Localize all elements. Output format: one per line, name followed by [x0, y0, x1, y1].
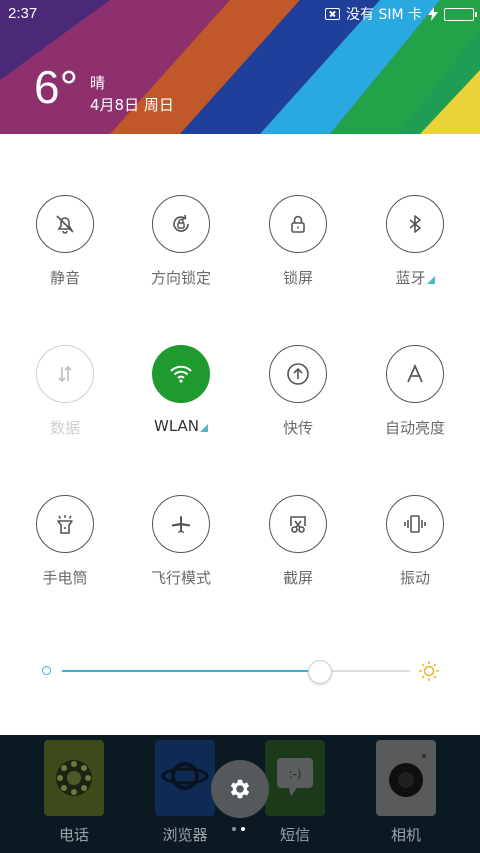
weather-condition: 晴	[90, 74, 106, 92]
airplane-icon	[172, 516, 190, 533]
toggle-label: 数据	[49, 419, 80, 437]
brightness-slider[interactable]	[40, 656, 440, 686]
toggle-circle[interactable]	[152, 345, 210, 403]
browser-planet-icon	[155, 740, 215, 816]
dock-app-label: 短信	[279, 826, 310, 844]
gear-icon	[230, 779, 250, 799]
flashlight-icon	[57, 515, 73, 534]
toggle-label-text: WLAN	[153, 417, 199, 435]
toggle-circle[interactable]	[152, 195, 210, 253]
carrier-text: 没有 SIM 卡	[346, 7, 422, 23]
lock-icon	[291, 215, 305, 233]
battery-icon	[444, 7, 477, 21]
no-sim-icon	[325, 8, 340, 20]
toggle-flashlight[interactable]: 手电筒	[15, 495, 115, 588]
brightness-fill	[62, 670, 320, 672]
toggle-circle[interactable]	[36, 345, 94, 403]
toggle-label: 截屏	[282, 569, 313, 587]
toggle-rotation-lock[interactable]: 方向锁定	[131, 195, 231, 288]
page-dot-active	[241, 827, 245, 831]
weather-temperature: 6°	[34, 61, 78, 113]
toggle-bluetooth[interactable]: 蓝牙	[365, 195, 465, 288]
weather-date: 4月8日 周日	[90, 96, 174, 114]
toggle-label-text: 蓝牙	[395, 269, 426, 287]
dock-app-messages[interactable]: :-) 短信	[260, 740, 330, 845]
message-icon: :-)	[265, 740, 325, 816]
toggle-circle[interactable]	[269, 345, 327, 403]
dock-app-phone[interactable]: 电话	[39, 740, 109, 845]
bell-off-icon	[56, 215, 74, 234]
toggle-label: 蓝牙	[365, 267, 465, 288]
toggle-circle[interactable]	[269, 495, 327, 553]
toggle-mobile-data[interactable]: 数据	[15, 345, 115, 438]
toggle-silent[interactable]: 静音	[15, 195, 115, 288]
toggle-airplane-mode[interactable]: 飞行模式	[131, 495, 231, 588]
dock-app-label: 浏览器	[162, 826, 208, 844]
toggle-circle[interactable]	[269, 195, 327, 253]
brightness-low-icon	[42, 666, 51, 675]
toggle-circle[interactable]	[386, 195, 444, 253]
wifi-icon	[170, 365, 192, 383]
rotation-lock-icon	[173, 214, 189, 232]
settings-button[interactable]	[211, 760, 269, 818]
toggle-screenshot[interactable]: 截屏	[248, 495, 348, 588]
bluetooth-icon	[409, 215, 421, 233]
submenu-corner-icon	[426, 276, 435, 284]
submenu-corner-icon	[200, 424, 208, 432]
vibrate-icon	[404, 515, 426, 533]
notification-header: 2:37 没有 SIM 卡 6° 晴 4月8日 周日	[0, 0, 480, 134]
screenshot-icon	[290, 516, 306, 533]
toggle-label: 手电筒	[42, 569, 88, 587]
phone-dial-icon	[44, 740, 104, 816]
toggle-circle[interactable]	[386, 345, 444, 403]
toggle-label: WLAN	[131, 417, 231, 435]
toggle-label: 飞行模式	[150, 569, 211, 587]
toggle-label: 方向锁定	[150, 269, 211, 287]
toggle-circle[interactable]	[152, 495, 210, 553]
auto-brightness-icon	[407, 363, 423, 383]
toggle-lock-screen[interactable]: 锁屏	[248, 195, 348, 288]
status-right: 没有 SIM 卡	[325, 4, 477, 24]
dock-app-label: 相机	[390, 826, 421, 844]
upload-icon	[287, 363, 309, 385]
dock-app-browser[interactable]: 浏览器	[150, 740, 220, 845]
toggle-circle[interactable]	[36, 495, 94, 553]
toggle-label: 锁屏	[282, 269, 313, 287]
svg-text::-): :-)	[288, 767, 301, 781]
toggle-label: 振动	[399, 569, 430, 587]
status-bar: 2:37 没有 SIM 卡	[0, 0, 480, 28]
dock-app-label: 电话	[58, 826, 89, 844]
camera-icon	[376, 740, 436, 816]
data-transfer-icon	[58, 365, 72, 383]
toggle-circle[interactable]	[386, 495, 444, 553]
brightness-high-icon	[419, 661, 439, 681]
dock-app-camera[interactable]: 相机	[371, 740, 441, 845]
toggle-vibrate[interactable]: 振动	[365, 495, 465, 588]
brightness-knob[interactable]	[307, 660, 332, 684]
page-dot	[232, 827, 236, 831]
toggle-label: 静音	[49, 269, 80, 287]
charging-bolt-icon	[428, 7, 438, 21]
toggle-wlan[interactable]: WLAN	[131, 345, 231, 435]
toggle-label: 快传	[282, 419, 313, 437]
toggle-auto-brightness[interactable]: 自动亮度	[365, 345, 465, 438]
toggle-label: 自动亮度	[384, 419, 445, 437]
page-indicator	[232, 827, 245, 831]
toggle-circle[interactable]	[36, 195, 94, 253]
toggle-quick-send[interactable]: 快传	[248, 345, 348, 438]
status-time: 2:37	[8, 5, 38, 22]
